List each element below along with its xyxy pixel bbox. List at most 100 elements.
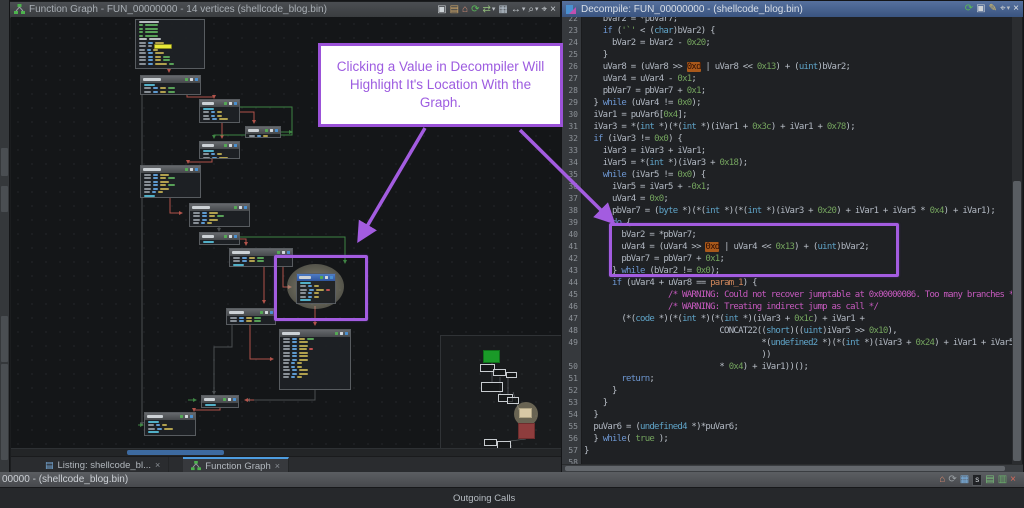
edit-icon[interactable] — [224, 144, 227, 147]
dropdown-arrow-icon[interactable]: ▾ — [1007, 4, 1011, 14]
copy-icon[interactable]: ▣ — [976, 4, 985, 14]
graph-block[interactable] — [135, 19, 205, 69]
graph-block[interactable] — [140, 165, 201, 198]
code-line[interactable]: 47 (*(code *)(*(int *)(*(int *)(iVar3 + … — [562, 313, 1013, 325]
edit-icon[interactable] — [223, 398, 226, 401]
code-line[interactable]: 54 } — [562, 409, 1013, 421]
refresh-icon[interactable]: ⟳ — [965, 4, 973, 14]
edit-icon[interactable] — [260, 311, 263, 314]
maximize-icon[interactable] — [234, 235, 237, 238]
edit-icon[interactable] — [335, 332, 338, 335]
graph-block[interactable] — [199, 99, 240, 123]
highlighted-token[interactable]: 0xd — [687, 62, 701, 72]
dropdown-arrow-icon[interactable]: ▾ — [492, 5, 496, 15]
code-line[interactable]: 58 — [562, 457, 1013, 464]
background-icon[interactable] — [229, 235, 232, 238]
maximize-icon[interactable] — [190, 415, 193, 418]
graph-block[interactable] — [199, 232, 240, 245]
code-line[interactable]: 23 if ('`' < (char)bVar2) { — [562, 25, 1013, 37]
satellite-block[interactable] — [481, 382, 503, 392]
refresh-icon[interactable]: ⟳ — [471, 5, 479, 15]
code-line[interactable]: 52 } — [562, 385, 1013, 397]
code-line[interactable]: 36 iVar5 = iVar5 + -0x1; — [562, 181, 1013, 193]
background-icon[interactable] — [185, 415, 188, 418]
relayout-icon[interactable]: ⇄ — [483, 5, 491, 15]
tab-listing[interactable]: ▤ Listing: shellcode_bl... × — [37, 457, 169, 473]
crosshair-icon[interactable]: ⌖ — [1000, 4, 1006, 14]
collapsed-panel-button[interactable] — [1, 148, 8, 176]
maximize-icon[interactable] — [234, 102, 237, 105]
code-line[interactable]: 55 puVar6 = (undefined4 *)*puVar6; — [562, 421, 1013, 433]
maximize-icon[interactable] — [270, 311, 273, 314]
close-icon[interactable]: × — [275, 461, 280, 471]
satellite-block[interactable] — [506, 372, 517, 378]
maximize-icon[interactable] — [233, 398, 236, 401]
code-line[interactable]: 50 * 0x4) + iVar1))(); — [562, 361, 1013, 373]
satellite-block[interactable] — [493, 369, 506, 376]
paste-icon[interactable]: ▤ — [450, 5, 459, 15]
copy-icon[interactable]: ▣ — [437, 5, 446, 15]
code-line[interactable]: 57} — [562, 445, 1013, 457]
satellite-block-current[interactable] — [519, 408, 532, 418]
collapsed-panel-button[interactable] — [1, 186, 8, 212]
code-line[interactable]: 48 CONCAT22((short)((uint)iVar5 >> 0x10)… — [562, 325, 1013, 337]
function-graph-titlebar[interactable]: Function Graph - FUN_00000000 - 14 verti… — [10, 2, 560, 18]
background-icon[interactable] — [265, 311, 268, 314]
code-line[interactable]: 31 iVar3 = *(int *)(*(int *)(iVar1 + 0x3… — [562, 121, 1013, 133]
background-icon[interactable] — [190, 78, 193, 81]
maximize-icon[interactable] — [275, 129, 278, 132]
code-line[interactable]: 56 } while( true ); — [562, 433, 1013, 445]
satellite-block[interactable] — [507, 397, 519, 404]
code-line[interactable]: 24 bVar2 = bVar2 - 0x20; — [562, 37, 1013, 49]
code-line[interactable]: 45 /* WARNING: Could not recover jumptab… — [562, 289, 1013, 301]
code-line[interactable]: 33 iVar3 = iVar3 + iVar1; — [562, 145, 1013, 157]
decompiler-titlebar[interactable]: Decompile: FUN_00000000 - (shellcode_blo… — [562, 1, 1023, 17]
refresh-icon[interactable]: ⟳ — [948, 475, 956, 485]
edit-icon[interactable]: ✎ — [989, 4, 997, 14]
code-line[interactable]: 32 if (iVar3 != 0x0) { — [562, 133, 1013, 145]
tab-function-graph[interactable]: Function Graph × — [183, 457, 289, 473]
home-icon[interactable]: ⌂ — [939, 475, 945, 485]
magnify-icon[interactable]: ⌕ — [528, 5, 534, 15]
scrollbar-thumb[interactable] — [565, 466, 1005, 471]
import-icon[interactable]: ▥ — [998, 475, 1007, 485]
scrollbar-thumb[interactable] — [127, 450, 224, 455]
graph-block[interactable] — [140, 75, 201, 95]
graph-block[interactable] — [144, 412, 196, 436]
close-icon[interactable]: × — [1013, 4, 1019, 14]
background-icon[interactable] — [229, 102, 232, 105]
code-line[interactable]: 37 uVar4 = 0x0; — [562, 193, 1013, 205]
snapshot-view-icon[interactable]: ▦ — [498, 5, 507, 15]
background-window-titlebar[interactable]: 00000 - (shellcode_blog.bin) ⌂⟳▦s▤▥× — [0, 472, 1024, 487]
code-line[interactable]: 29 } while (uVar4 != 0x0); — [562, 97, 1013, 109]
graph-block[interactable] — [245, 126, 281, 138]
maximize-icon[interactable] — [244, 206, 247, 209]
move-icon[interactable]: ↔ — [511, 5, 521, 15]
close-icon[interactable]: × — [550, 5, 556, 15]
edit-icon[interactable] — [265, 129, 268, 132]
graph-block[interactable] — [279, 329, 351, 390]
maximize-icon[interactable] — [287, 251, 290, 254]
code-line[interactable]: 25 } — [562, 49, 1013, 61]
graph-block[interactable] — [199, 141, 240, 159]
satellite-view[interactable] — [440, 335, 561, 448]
export-icon[interactable]: ▤ — [985, 475, 994, 485]
background-icon[interactable] — [228, 398, 231, 401]
code-line[interactable]: 27 uVar4 = uVar4 - 0x1; — [562, 73, 1013, 85]
collapsed-panel-button[interactable] — [1, 364, 8, 460]
satellite-block[interactable] — [484, 439, 497, 446]
close-icon[interactable]: × — [155, 460, 160, 470]
dropdown-arrow-icon[interactable]: ▾ — [535, 5, 539, 15]
maximize-icon[interactable] — [195, 168, 198, 171]
code-line[interactable]: 30 iVar1 = puVar6[0x4]; — [562, 109, 1013, 121]
code-line[interactable]: 22 bVar2 = *pbVar7; — [562, 17, 1013, 25]
edit-icon[interactable] — [185, 78, 188, 81]
code-line[interactable]: 49 *(undefined2 *)(*(int *)(iVar3 + 0x24… — [562, 337, 1013, 349]
code-line[interactable]: 53 } — [562, 397, 1013, 409]
code-line[interactable]: 38 pbVar7 = (byte *)(*(int *)(*(int *)(i… — [562, 205, 1013, 217]
collapsed-panel-button[interactable] — [1, 316, 8, 362]
edit-icon[interactable] — [224, 102, 227, 105]
background-icon[interactable] — [229, 144, 232, 147]
satellite-block-entry[interactable] — [483, 350, 500, 363]
maximize-icon[interactable] — [195, 78, 198, 81]
